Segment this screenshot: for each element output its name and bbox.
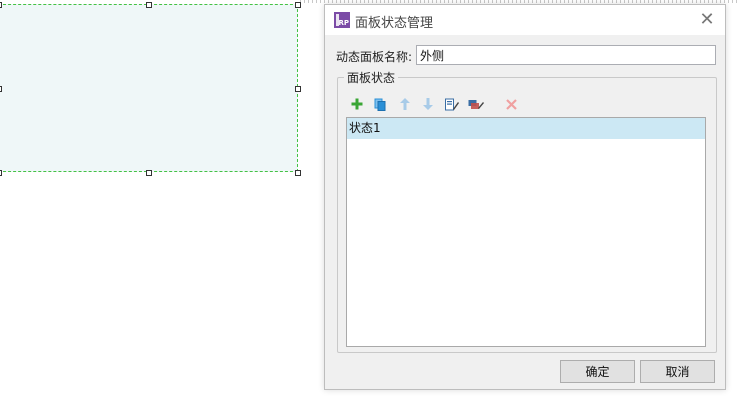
dynamic-panel-widget[interactable] <box>0 2 301 176</box>
ok-button[interactable]: 确定 <box>560 360 635 383</box>
panel-states-group-label: 面板状态 <box>344 69 399 86</box>
add-icon[interactable] <box>349 96 365 112</box>
close-icon[interactable]: ✕ <box>697 10 717 30</box>
axure-rp-logo-icon: RP <box>334 12 350 28</box>
resize-handle-top-center[interactable] <box>146 2 152 8</box>
panel-state-manager-dialog: RP 面板状态管理 ✕ 动态面板名称: 面板状态 <box>324 4 726 390</box>
canvas-ruler-dots <box>300 0 737 3</box>
dialog-title: 面板状态管理 <box>355 16 434 31</box>
panel-name-input[interactable] <box>416 45 716 65</box>
move-down-icon[interactable] <box>420 96 436 112</box>
panel-name-label: 动态面板名称: <box>336 50 413 64</box>
resize-handle-middle-right[interactable] <box>295 86 301 92</box>
dialog-titlebar[interactable]: RP 面板状态管理 ✕ <box>325 5 725 35</box>
panel-states-list[interactable]: 状态1 <box>346 117 706 347</box>
panel-states-group: 面板状态 状态1 <box>337 69 717 353</box>
duplicate-icon[interactable] <box>372 96 388 112</box>
resize-handle-bottom-left[interactable] <box>0 170 2 176</box>
edit-all-states-icon[interactable] <box>468 96 484 112</box>
delete-icon[interactable] <box>503 96 519 112</box>
move-up-icon[interactable] <box>397 96 413 112</box>
edit-state-icon[interactable] <box>444 96 460 112</box>
list-item-state-1[interactable]: 状态1 <box>347 118 705 139</box>
resize-handle-top-left[interactable] <box>0 2 2 8</box>
cancel-button[interactable]: 取消 <box>640 360 715 383</box>
resize-handle-bottom-center[interactable] <box>146 170 152 176</box>
resize-handle-middle-left[interactable] <box>0 86 2 92</box>
resize-handle-top-right[interactable] <box>295 2 301 8</box>
resize-handle-bottom-right[interactable] <box>295 170 301 176</box>
